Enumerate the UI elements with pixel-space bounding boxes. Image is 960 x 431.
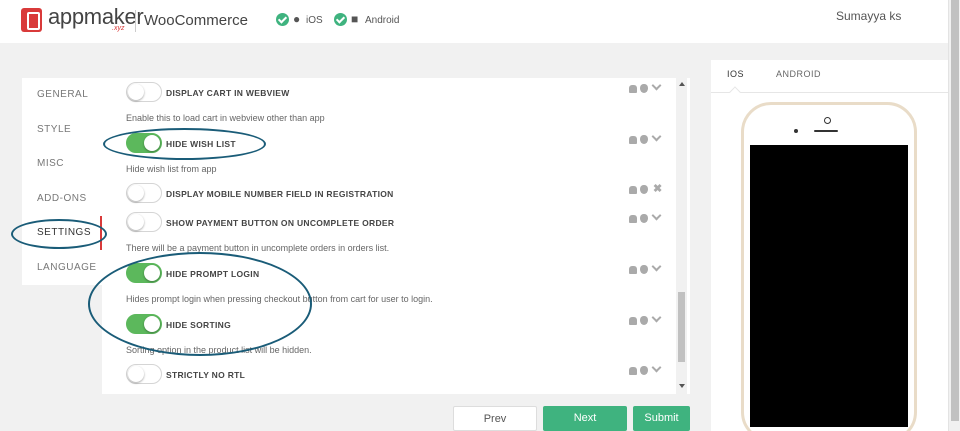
toggle-hide-sorting[interactable] — [126, 314, 162, 334]
chevron-down-icon[interactable] — [651, 80, 662, 91]
ios-label: iOS — [306, 15, 323, 26]
user-menu[interactable]: Sumayya ks — [836, 9, 901, 23]
prev-button[interactable]: Prev — [453, 406, 537, 431]
toggle-knob — [144, 265, 160, 281]
toggle-knob — [128, 84, 144, 100]
chevron-down-icon[interactable] — [651, 261, 662, 272]
chevron-down-icon[interactable] — [651, 131, 662, 142]
setting-icons — [629, 362, 665, 376]
panel-scrollbar-thumb[interactable] — [678, 292, 685, 362]
close-icon[interactable]: ✖ — [653, 183, 662, 195]
phone-speaker — [814, 130, 838, 132]
setting-icons — [629, 312, 665, 326]
toggle-display-cart-in-webview[interactable] — [126, 82, 162, 102]
brand-name[interactable]: appmaker — [48, 4, 144, 30]
sidebar-item-style[interactable]: STYLE — [22, 113, 102, 147]
sidebar-item-language[interactable]: LANGUAGE — [22, 251, 102, 285]
toggle-knob — [128, 185, 144, 201]
android-label: Android — [365, 15, 400, 26]
android-icon — [629, 317, 637, 325]
next-button[interactable]: Next — [543, 406, 627, 431]
toggle-knob — [128, 366, 144, 382]
phone-screen — [750, 145, 908, 427]
apple-icon — [640, 265, 648, 274]
tab-divider — [711, 92, 948, 93]
ios-check-icon — [276, 13, 289, 26]
setting-description: Hide wish list from app — [126, 164, 217, 174]
sidebar-item-general[interactable]: GENERAL — [22, 78, 102, 112]
setting-label: DISPLAY CART IN WEBVIEW — [166, 88, 290, 98]
page-scrollbar[interactable] — [948, 0, 960, 431]
android-icon — [629, 186, 637, 194]
setting-icons — [629, 210, 665, 224]
toggle-display-mobile-number[interactable] — [126, 183, 162, 203]
toggle-show-payment-button[interactable] — [126, 212, 162, 232]
setting-icons — [629, 131, 665, 145]
android-icon — [629, 85, 637, 93]
page-scrollbar-thumb[interactable] — [951, 0, 959, 421]
submit-button[interactable]: Submit — [633, 406, 690, 431]
toggle-hide-prompt-login[interactable] — [126, 263, 162, 283]
setting-label: HIDE WISH LIST — [166, 139, 236, 149]
setting-icons — [629, 261, 665, 275]
android-icon — [629, 215, 637, 223]
toggle-strictly-no-rtl[interactable] — [126, 364, 162, 384]
brand-suffix: .xyz — [112, 25, 125, 32]
settings-sidebar: GENERAL STYLE MISC ADD-ONS SETTINGS LANG… — [22, 78, 102, 285]
setting-icons: ✖ — [629, 183, 665, 195]
setting-description: Enable this to load cart in webview othe… — [126, 113, 325, 123]
platform-name: WooCommerce — [144, 12, 248, 29]
sidebar-item-misc[interactable]: MISC — [22, 147, 102, 181]
top-header: appmaker .xyz WooCommerce ● iOS ■ Androi… — [0, 0, 948, 43]
tab-ios[interactable]: IOS — [727, 69, 744, 79]
setting-label: HIDE PROMPT LOGIN — [166, 269, 260, 279]
apple-icon — [640, 84, 648, 93]
setting-label: SHOW PAYMENT BUTTON ON UNCOMPLETE ORDER — [166, 218, 395, 228]
apple-icon — [640, 366, 648, 375]
apple-icon — [640, 214, 648, 223]
android-icon — [629, 367, 637, 375]
toggle-knob — [144, 316, 160, 332]
android-icon — [629, 136, 637, 144]
brand-divider — [135, 10, 136, 32]
chevron-down-icon[interactable] — [651, 210, 662, 221]
phone-camera-icon — [824, 117, 831, 124]
toggle-knob — [144, 135, 160, 151]
sidebar-item-add-ons[interactable]: ADD-ONS — [22, 182, 102, 216]
apple-icon — [640, 185, 648, 194]
phone-sensor — [794, 129, 798, 133]
setting-description: There will be a payment button in uncomp… — [126, 243, 390, 253]
apple-icon: ● — [293, 12, 301, 26]
android-icon — [629, 266, 637, 274]
setting-description: Sorting option in the product list will … — [126, 345, 312, 355]
appmaker-logo-icon[interactable] — [21, 8, 42, 32]
phone-frame — [741, 102, 917, 431]
chevron-down-icon[interactable] — [651, 362, 662, 373]
device-preview: IOS ANDROID — [711, 60, 948, 431]
scroll-down-arrow-icon[interactable] — [679, 384, 685, 388]
sidebar-item-settings[interactable]: SETTINGS — [22, 216, 102, 250]
setting-label: DISPLAY MOBILE NUMBER FIELD IN REGISTRAT… — [166, 189, 394, 199]
tab-indicator — [729, 86, 741, 98]
toggle-hide-wish-list[interactable] — [126, 133, 162, 153]
android-check-icon — [334, 13, 347, 26]
scroll-up-arrow-icon[interactable] — [679, 82, 685, 86]
apple-icon — [640, 135, 648, 144]
toggle-knob — [128, 214, 144, 230]
apple-icon — [640, 316, 648, 325]
setting-label: STRICTLY NO RTL — [166, 370, 246, 380]
setting-icons — [629, 80, 665, 94]
tab-android[interactable]: ANDROID — [776, 69, 821, 79]
panel-scrollbar[interactable] — [676, 78, 687, 394]
settings-panel: DISPLAY CART IN WEBVIEW Enable this to l… — [102, 78, 690, 394]
setting-label: HIDE SORTING — [166, 320, 231, 330]
setting-description: Hides prompt login when pressing checkou… — [126, 294, 433, 304]
android-icon: ■ — [351, 12, 359, 26]
chevron-down-icon[interactable] — [651, 312, 662, 323]
